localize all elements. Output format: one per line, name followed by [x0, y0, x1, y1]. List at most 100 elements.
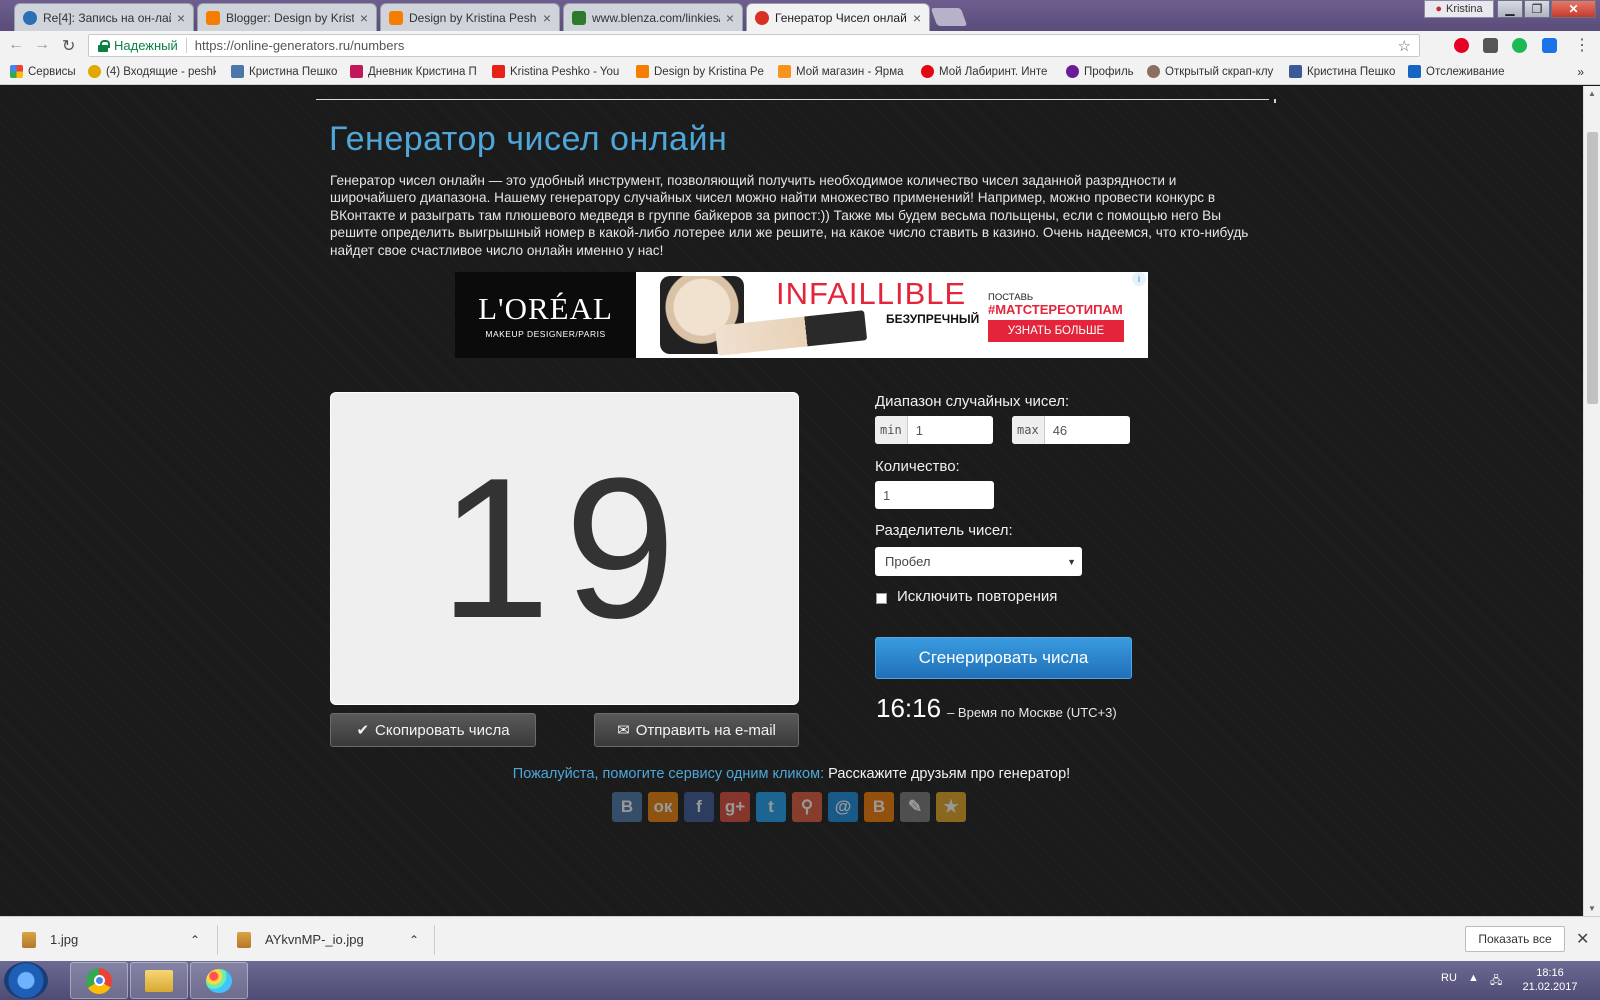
- min-value[interactable]: 1: [908, 423, 923, 438]
- bookmark-labirint[interactable]: Мой Лабиринт. Инте: [921, 65, 1051, 78]
- min-input[interactable]: min 1: [875, 416, 993, 444]
- download-item[interactable]: 1.jpg ⌃: [22, 917, 202, 962]
- close-window-button[interactable]: ✕: [1551, 0, 1596, 18]
- page-scrollbar[interactable]: ▲ ▼: [1583, 86, 1600, 916]
- close-icon[interactable]: ×: [360, 10, 368, 26]
- exclude-repeats-checkbox[interactable]: [876, 593, 887, 604]
- blogger-icon: [636, 65, 649, 78]
- tab-label: Генератор Чисел онлай: [775, 10, 907, 25]
- checkmark-icon: ✔: [356, 722, 370, 739]
- vkontakte-icon[interactable]: В: [612, 792, 642, 822]
- grid-extension-icon[interactable]: [1483, 38, 1498, 53]
- facebook-icon: [1289, 65, 1302, 78]
- bookmark-label: Мой Лабиринт. Инте: [939, 65, 1048, 78]
- count-input[interactable]: 1: [875, 481, 994, 509]
- tab-number-generator[interactable]: Генератор Чисел онлай ×: [746, 3, 930, 31]
- tray-expand-icon[interactable]: ▲: [1468, 972, 1479, 984]
- scroll-up-icon[interactable]: ▲: [1588, 89, 1596, 98]
- generate-button[interactable]: Сгенерировать числа: [875, 637, 1132, 679]
- scroll-down-icon[interactable]: ▼: [1588, 904, 1596, 913]
- apps-grid-icon: [10, 65, 23, 78]
- start-button[interactable]: [4, 962, 48, 999]
- exclude-repeats-label[interactable]: Исключить повторения: [897, 588, 1057, 605]
- download-extension-icon[interactable]: [1542, 38, 1557, 53]
- bookmark-services[interactable]: Сервисы: [10, 65, 80, 78]
- menu-dots-icon[interactable]: ⋮: [1574, 35, 1590, 55]
- minimize-button[interactable]: ▁: [1497, 0, 1523, 18]
- language-indicator[interactable]: RU: [1441, 972, 1457, 984]
- bookmark-star-icon[interactable]: ★: [936, 792, 966, 822]
- bookmark-tracking[interactable]: Отслеживание: [1408, 65, 1520, 78]
- facebook-icon[interactable]: f: [684, 792, 714, 822]
- url-text[interactable]: https://online-generators.ru/numbers: [195, 38, 405, 53]
- mailru-icon[interactable]: @: [828, 792, 858, 822]
- chevron-up-icon[interactable]: ⌃: [409, 933, 419, 947]
- back-arrow-icon[interactable]: ←: [8, 36, 24, 54]
- close-icon[interactable]: ✕: [1576, 929, 1589, 949]
- paint-taskbar-button[interactable]: [190, 962, 248, 999]
- chrome-taskbar-button[interactable]: [70, 962, 128, 999]
- green-extension-icon[interactable]: [1512, 38, 1527, 53]
- copy-numbers-button[interactable]: ✔ Скопировать числа: [330, 713, 536, 747]
- separator-select[interactable]: Пробел ▼: [875, 547, 1082, 576]
- close-icon[interactable]: ×: [177, 10, 185, 26]
- pinterest-extension-icon[interactable]: [1454, 38, 1469, 53]
- ad-banner[interactable]: L'ORÉAL MAKEUP DESIGNER/PARIS INFAILLIBL…: [455, 272, 1148, 358]
- bookmark-label: Отслеживание: [1426, 65, 1505, 78]
- send-email-button[interactable]: ✉ Отправить на e-mail: [594, 713, 799, 747]
- max-addon: max: [1012, 416, 1045, 444]
- tab-label: Re[4]: Запись на он-лай: [43, 10, 171, 25]
- twitter-icon[interactable]: t: [756, 792, 786, 822]
- ad-brand-name: L'ORÉAL: [478, 291, 613, 326]
- google-plus-icon[interactable]: g+: [720, 792, 750, 822]
- ad-learn-more-button[interactable]: УЗНАТЬ БОЛЬШЕ: [988, 320, 1124, 342]
- bookmark-scrap-club[interactable]: Открытый скрап-клу: [1147, 65, 1277, 78]
- bookmark-youtube[interactable]: Kristina Peshko - You: [492, 65, 624, 78]
- tab-design-blog[interactable]: Design by Kristina Peshk ×: [380, 3, 560, 31]
- scroll-thumb[interactable]: [1587, 132, 1598, 404]
- maximize-button[interactable]: ❐: [1524, 0, 1550, 18]
- bookmark-star-icon[interactable]: ☆: [1398, 37, 1411, 55]
- ad-brand-sub: MAKEUP DESIGNER/PARIS: [485, 329, 606, 339]
- reload-icon[interactable]: ↻: [62, 36, 75, 56]
- max-value[interactable]: 46: [1045, 423, 1067, 438]
- taskbar-clock[interactable]: 18:16 21.02.2017: [1510, 966, 1590, 994]
- network-icon[interactable]: 🖧: [1490, 972, 1502, 991]
- livejournal-icon[interactable]: ✎: [900, 792, 930, 822]
- bookmark-profile[interactable]: Профиль: [1066, 65, 1142, 78]
- close-icon[interactable]: ×: [543, 10, 551, 26]
- address-bar[interactable]: Надежный https://online-generators.ru/nu…: [88, 34, 1420, 57]
- max-input[interactable]: max 46: [1012, 416, 1130, 444]
- count-value[interactable]: 1: [875, 488, 890, 503]
- profile-name: Kristina: [1445, 3, 1483, 15]
- bookmark-blog[interactable]: Design by Kristina Pe: [636, 65, 766, 78]
- bookmark-facebook[interactable]: Кристина Пешко: [1289, 65, 1397, 78]
- moikrug-icon[interactable]: ⚲: [792, 792, 822, 822]
- profile-icon: ●: [1435, 3, 1442, 15]
- download-item[interactable]: AYkvnMP-_io.jpg ⌃: [237, 917, 419, 962]
- bookmark-inbox[interactable]: (4) Входящие - peshk: [88, 65, 216, 78]
- tab-blenza[interactable]: www.blenza.com/linkies/ ×: [563, 3, 743, 31]
- tab-mail[interactable]: Re[4]: Запись на он-лай ×: [14, 3, 194, 31]
- bookmarks-more-button[interactable]: »: [1577, 65, 1584, 79]
- lock-icon: [98, 39, 110, 52]
- ad-info-icon[interactable]: i: [1132, 272, 1146, 286]
- profile-button[interactable]: ● Kristina: [1424, 0, 1494, 18]
- explorer-taskbar-button[interactable]: [130, 962, 188, 999]
- blenza-favicon-icon: [572, 10, 586, 25]
- bookmark-diary[interactable]: Дневник Кристина П: [350, 65, 476, 78]
- tab-blogger[interactable]: Blogger: Design by Kristi ×: [197, 3, 377, 31]
- new-tab-button[interactable]: [930, 8, 968, 26]
- bookmark-vk[interactable]: Кристина Пешко: [231, 65, 339, 78]
- show-all-downloads-button[interactable]: Показать все: [1465, 926, 1565, 952]
- header-divider: [316, 99, 1276, 103]
- page-content: Генератор чисел онлайн Генератор чисел о…: [0, 86, 1583, 916]
- forward-arrow-icon[interactable]: →: [34, 36, 50, 54]
- bookmark-shop[interactable]: Мой магазин - Ярма: [778, 65, 908, 78]
- close-icon[interactable]: ×: [913, 10, 921, 26]
- tab-strip: Re[4]: Запись на он-лай × Blogger: Desig…: [0, 0, 1600, 31]
- chevron-up-icon[interactable]: ⌃: [190, 933, 200, 947]
- close-icon[interactable]: ×: [726, 10, 734, 26]
- odnoklassniki-icon[interactable]: ок: [648, 792, 678, 822]
- blogger-icon[interactable]: B: [864, 792, 894, 822]
